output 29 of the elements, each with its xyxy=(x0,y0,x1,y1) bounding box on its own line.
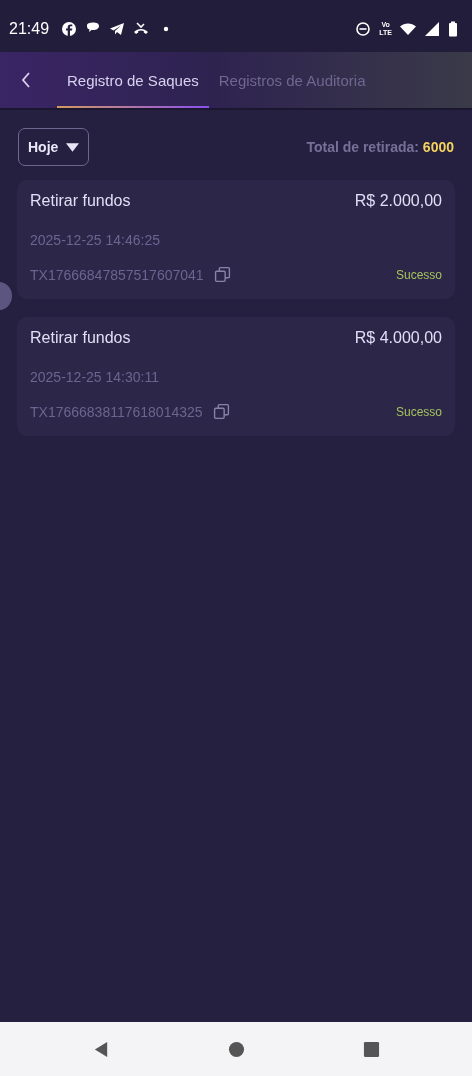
back-nav-icon[interactable] xyxy=(92,1040,110,1058)
tab[interactable]: Registro de Saques xyxy=(57,54,209,108)
facebook-icon xyxy=(61,21,78,37)
date-filter-dropdown[interactable]: Hoje xyxy=(18,128,90,166)
do-not-disturb-icon xyxy=(355,21,372,37)
record-amount: R$ 4.000,00 xyxy=(354,329,442,347)
paper-plane-icon xyxy=(109,21,126,37)
status-label: Sucesso xyxy=(395,404,442,419)
signal-icon xyxy=(424,21,440,37)
transaction-id: TX17666838117618014325 xyxy=(30,403,203,420)
caret-icon xyxy=(66,142,80,152)
total-text: Total de retirada: 6000 xyxy=(306,139,454,155)
wifi-icon xyxy=(400,21,416,37)
record-date: 2025-12-25 14:46:25 xyxy=(30,232,161,248)
transaction-id: TX17666847857517607041 xyxy=(30,266,204,283)
record-amount: R$ 2.000,00 xyxy=(354,192,442,210)
battery-icon xyxy=(448,21,458,37)
record-date: 2025-12-25 14:30:11 xyxy=(30,369,160,385)
home-nav-icon[interactable] xyxy=(227,1040,245,1058)
notification-dot-icon xyxy=(163,26,170,32)
copy-icon[interactable] xyxy=(213,266,231,283)
missed-call-icon xyxy=(133,21,150,37)
record-title: Retirar fundos xyxy=(30,192,131,210)
back-icon[interactable] xyxy=(20,70,32,90)
copy-icon[interactable] xyxy=(212,403,230,420)
record-title: Retirar fundos xyxy=(30,329,131,347)
status-label: Sucesso xyxy=(395,267,442,282)
recents-nav-icon[interactable] xyxy=(362,1040,380,1058)
status-time: 21:49 xyxy=(9,20,50,38)
